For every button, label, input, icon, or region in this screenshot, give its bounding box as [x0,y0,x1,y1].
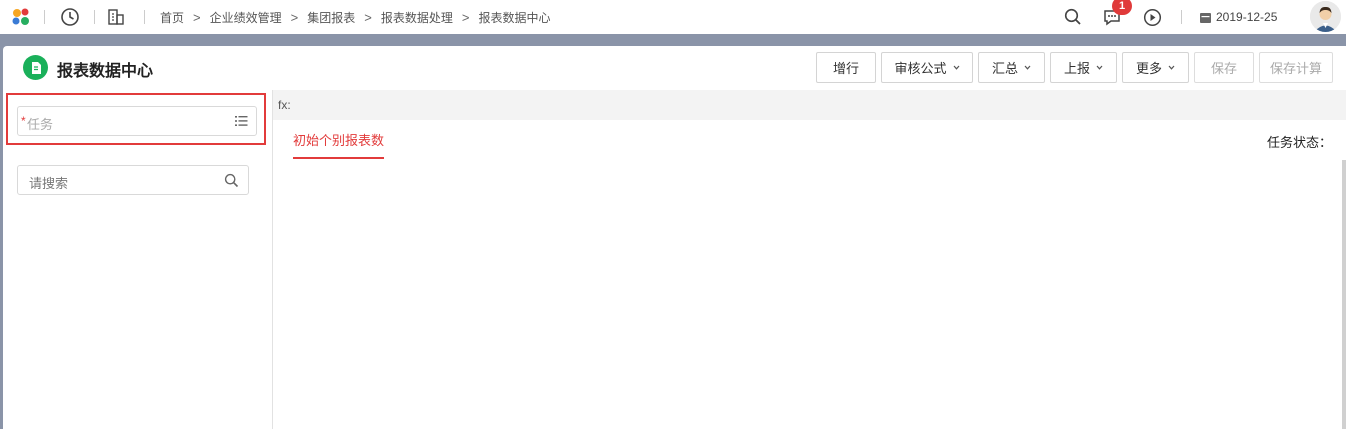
save-button[interactable]: 保存 [1194,52,1254,83]
search-input[interactable]: 请搜索 [17,165,249,195]
search-icon[interactable] [1062,6,1084,28]
more-label: 更多 [1135,61,1162,76]
divider [94,10,95,24]
report-content-area: fx: 初始个别报表数 任务状态： [273,90,1346,429]
vertical-scrollbar[interactable] [1342,160,1346,429]
formula-bar[interactable]: fx: [273,90,1346,120]
report-up-label: 上报 [1063,61,1090,76]
breadcrumb: 首页 > 企业绩效管理 > 集团报表 > 报表数据处理 > 报表数据中心 [160,0,550,34]
save-label: 保存 [1210,61,1237,76]
top-bar: 首页 > 企业绩效管理 > 集团报表 > 报表数据处理 > 报表数据中心 1 2… [0,0,1346,34]
breadcrumb-item[interactable]: 集团报表 [307,9,355,26]
play-circle-icon[interactable] [1141,6,1163,28]
chevron-right-icon: > [290,9,299,25]
search-placeholder: 请搜索 [29,176,69,191]
summary-dropdown[interactable]: 汇总 [978,52,1045,83]
task-select[interactable]: * 任务 [17,106,257,136]
breadcrumb-item[interactable]: 报表数据处理 [381,9,453,26]
search-icon[interactable] [224,173,239,188]
add-row-button[interactable]: 增行 [816,52,876,83]
date-display[interactable]: 2019-12-25 [1199,0,1277,34]
document-icon [23,55,48,80]
building-icon[interactable] [105,6,127,28]
breadcrumb-item-home[interactable]: 首页 [160,9,184,26]
breadcrumb-item-current: 报表数据中心 [478,10,551,25]
calendar-icon [1200,12,1211,23]
required-mark: * [21,114,26,128]
avatar[interactable] [1310,1,1341,32]
divider [1181,10,1182,24]
left-sidebar: * 任务 请搜索 [3,90,273,429]
fx-label: fx: [278,98,291,112]
add-row-label: 增行 [832,61,859,76]
report-up-dropdown[interactable]: 上报 [1050,52,1117,83]
save-calculate-label: 保存计算 [1270,61,1323,76]
chevron-right-icon: > [193,9,201,25]
chevron-down-icon [1024,65,1031,70]
chevron-down-icon [1168,65,1175,70]
background-band [0,34,1346,46]
audit-formula-label: 审核公式 [894,61,947,76]
divider [44,10,45,24]
history-clock-icon[interactable] [59,6,81,28]
task-status-label: 任务状态： [1266,135,1332,150]
breadcrumb-item[interactable]: 企业绩效管理 [210,9,282,26]
more-dropdown[interactable]: 更多 [1122,52,1189,83]
chevron-right-icon: > [364,9,372,25]
chevron-right-icon: > [461,9,470,25]
app-logo-icon[interactable] [11,7,31,27]
report-data-center-panel: 报表数据中心 增行 审核公式 汇总 上报 更多 保存 保存计算 * 任务 请搜索… [3,46,1346,429]
chevron-down-icon [1096,65,1103,70]
page-title: 报表数据中心 [57,63,154,80]
list-icon[interactable] [235,115,248,127]
date-text: 2019-12-25 [1216,10,1278,24]
tab-initial-individual-report[interactable]: 初始个别报表数 [293,130,385,159]
toolbar: 增行 审核公式 汇总 上报 更多 保存 保存计算 [816,52,1333,83]
audit-formula-dropdown[interactable]: 审核公式 [881,52,973,83]
divider [144,10,145,24]
task-placeholder: 任务 [27,117,54,132]
notification-badge: 1 [1112,0,1132,15]
page-header: 报表数据中心 增行 审核公式 汇总 上报 更多 保存 保存计算 [3,46,1346,90]
summary-label: 汇总 [991,61,1018,76]
chevron-down-icon [953,65,959,70]
save-calculate-button[interactable]: 保存计算 [1259,52,1333,83]
